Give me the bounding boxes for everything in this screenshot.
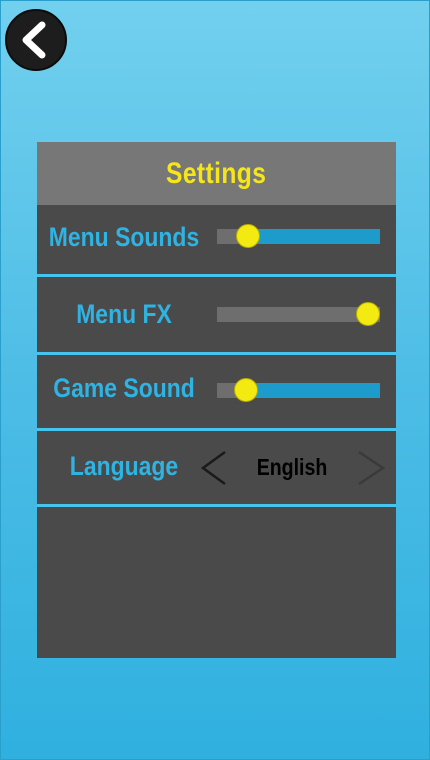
- menu-sounds-label: Menu Sounds: [48, 222, 200, 252]
- slider-fill: [248, 229, 380, 244]
- panel-header: Settings: [37, 142, 396, 205]
- menu-sounds-slider[interactable]: [217, 224, 380, 248]
- game-sound-label: Game Sound: [53, 373, 195, 403]
- chevron-left-icon: [200, 450, 226, 486]
- menu-fx-slider[interactable]: [217, 302, 380, 326]
- game-sound-slider[interactable]: [217, 378, 380, 402]
- menu-fx-label: Menu FX: [76, 299, 172, 329]
- menu-sounds-row: Menu Sounds: [37, 205, 396, 274]
- slider-knob[interactable]: [236, 224, 261, 248]
- chevron-left-icon: [22, 21, 46, 59]
- page-title: Settings: [166, 156, 267, 190]
- language-value: English: [256, 454, 328, 480]
- menu-fx-row: Menu FX: [37, 277, 396, 352]
- slider-knob[interactable]: [233, 378, 258, 402]
- slider-knob[interactable]: [356, 302, 380, 326]
- settings-screen: Settings Menu Sounds Menu FX Game Sound: [0, 0, 430, 760]
- chevron-right-icon: [358, 450, 386, 486]
- slider-fill: [245, 383, 380, 398]
- back-button[interactable]: [5, 9, 67, 71]
- empty-panel-area: [37, 507, 396, 658]
- language-label: Language: [69, 451, 179, 481]
- language-prev-button[interactable]: [195, 448, 235, 488]
- language-next-button[interactable]: [353, 448, 393, 488]
- settings-panel: Settings Menu Sounds Menu FX Game Sound: [37, 142, 396, 658]
- game-sound-row: Game Sound: [37, 355, 396, 428]
- language-row: Language English: [37, 431, 396, 504]
